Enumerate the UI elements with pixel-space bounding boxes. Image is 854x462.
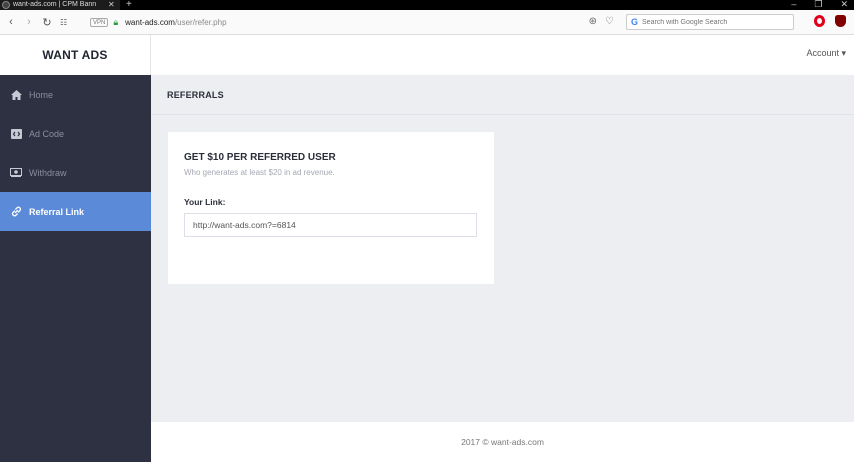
url-text[interactable]: want-ads.com/user/refer.php	[125, 18, 226, 27]
bookmark-heart-icon[interactable]: ♡	[605, 16, 614, 27]
site-favicon-icon	[2, 1, 10, 9]
google-icon: G	[631, 17, 639, 27]
browser-tab[interactable]: want-ads.com | CPM Bann ✕	[0, 0, 120, 10]
sidebar-item-label: Home	[29, 89, 54, 100]
vpn-badge[interactable]: VPN	[90, 17, 109, 27]
sidebar-item-referral-link[interactable]: Referral Link	[0, 192, 151, 231]
search-input[interactable]	[642, 18, 783, 26]
address-bar[interactable]: VPN 🔒︎ want-ads.com/user/refer.php ⊛ ♡	[90, 13, 620, 31]
footer: 2017 © want-ads.com	[151, 422, 854, 462]
search-box[interactable]: G	[626, 14, 794, 30]
sidebar-item-label: Referral Link	[29, 206, 85, 217]
close-window-button[interactable]: ✕	[840, 0, 848, 10]
brand-logo[interactable]: WANT ADS	[0, 35, 151, 75]
topbar: Account ▾	[151, 35, 854, 75]
link-icon	[10, 206, 22, 218]
referral-card: GET $10 PER REFERRED USER Who generates …	[168, 132, 494, 284]
sidebar-item-ad-code[interactable]: Ad Code	[0, 114, 151, 153]
extension-icons	[814, 15, 846, 27]
app: WANT ADS Account ▾ Home Ad Code Withdraw	[0, 35, 854, 462]
sidebar: Home Ad Code Withdraw Referral Link	[0, 75, 151, 462]
code-icon	[10, 128, 22, 140]
card-subtitle: Who generates at least $20 in ad revenue…	[184, 168, 335, 177]
reload-icon[interactable]: ↻	[40, 16, 54, 29]
forward-icon[interactable]: ›	[22, 16, 36, 28]
sidebar-item-home[interactable]: Home	[0, 75, 151, 114]
sidebar-item-label: Withdraw	[29, 167, 67, 178]
cash-icon	[10, 167, 22, 179]
main-content: REFERRALS GET $10 PER REFERRED USER Who …	[151, 75, 854, 422]
sidebar-item-withdraw[interactable]: Withdraw	[0, 153, 151, 192]
browser-titlebar: want-ads.com | CPM Bann ✕ + ‒ ❐ ✕	[0, 0, 854, 10]
page-title: REFERRALS	[151, 75, 854, 115]
home-icon	[10, 89, 22, 101]
tab-title: want-ads.com | CPM Bann	[13, 1, 97, 8]
window-controls: ‒ ❐ ✕	[791, 0, 848, 10]
opera-icon[interactable]	[814, 15, 825, 27]
snapshot-icon[interactable]: ⊛	[589, 16, 597, 27]
url-path: /user/refer.php	[174, 17, 227, 27]
link-label: Your Link:	[184, 197, 226, 207]
tab-close-icon[interactable]: ✕	[108, 0, 115, 10]
back-icon[interactable]: ‹	[4, 16, 18, 28]
card-title: GET $10 PER REFERRED USER	[184, 152, 336, 163]
new-tab-button[interactable]: +	[126, 0, 132, 10]
minimize-button[interactable]: ‒	[791, 0, 796, 10]
sidebar-item-label: Ad Code	[29, 128, 65, 139]
url-host: want-ads.com	[125, 17, 175, 27]
url-actions: ⊛ ♡	[589, 16, 614, 27]
referral-link-input[interactable]	[184, 213, 477, 237]
restore-button[interactable]: ❐	[814, 0, 822, 10]
account-dropdown[interactable]: Account ▾	[806, 48, 846, 59]
speed-dial-icon[interactable]: ☷	[60, 18, 67, 27]
lock-icon[interactable]: 🔒︎	[113, 17, 118, 28]
ublock-icon[interactable]	[835, 15, 846, 27]
browser-navbar: ‹ › ↻ ☷ VPN 🔒︎ want-ads.com/user/refer.p…	[0, 10, 854, 35]
